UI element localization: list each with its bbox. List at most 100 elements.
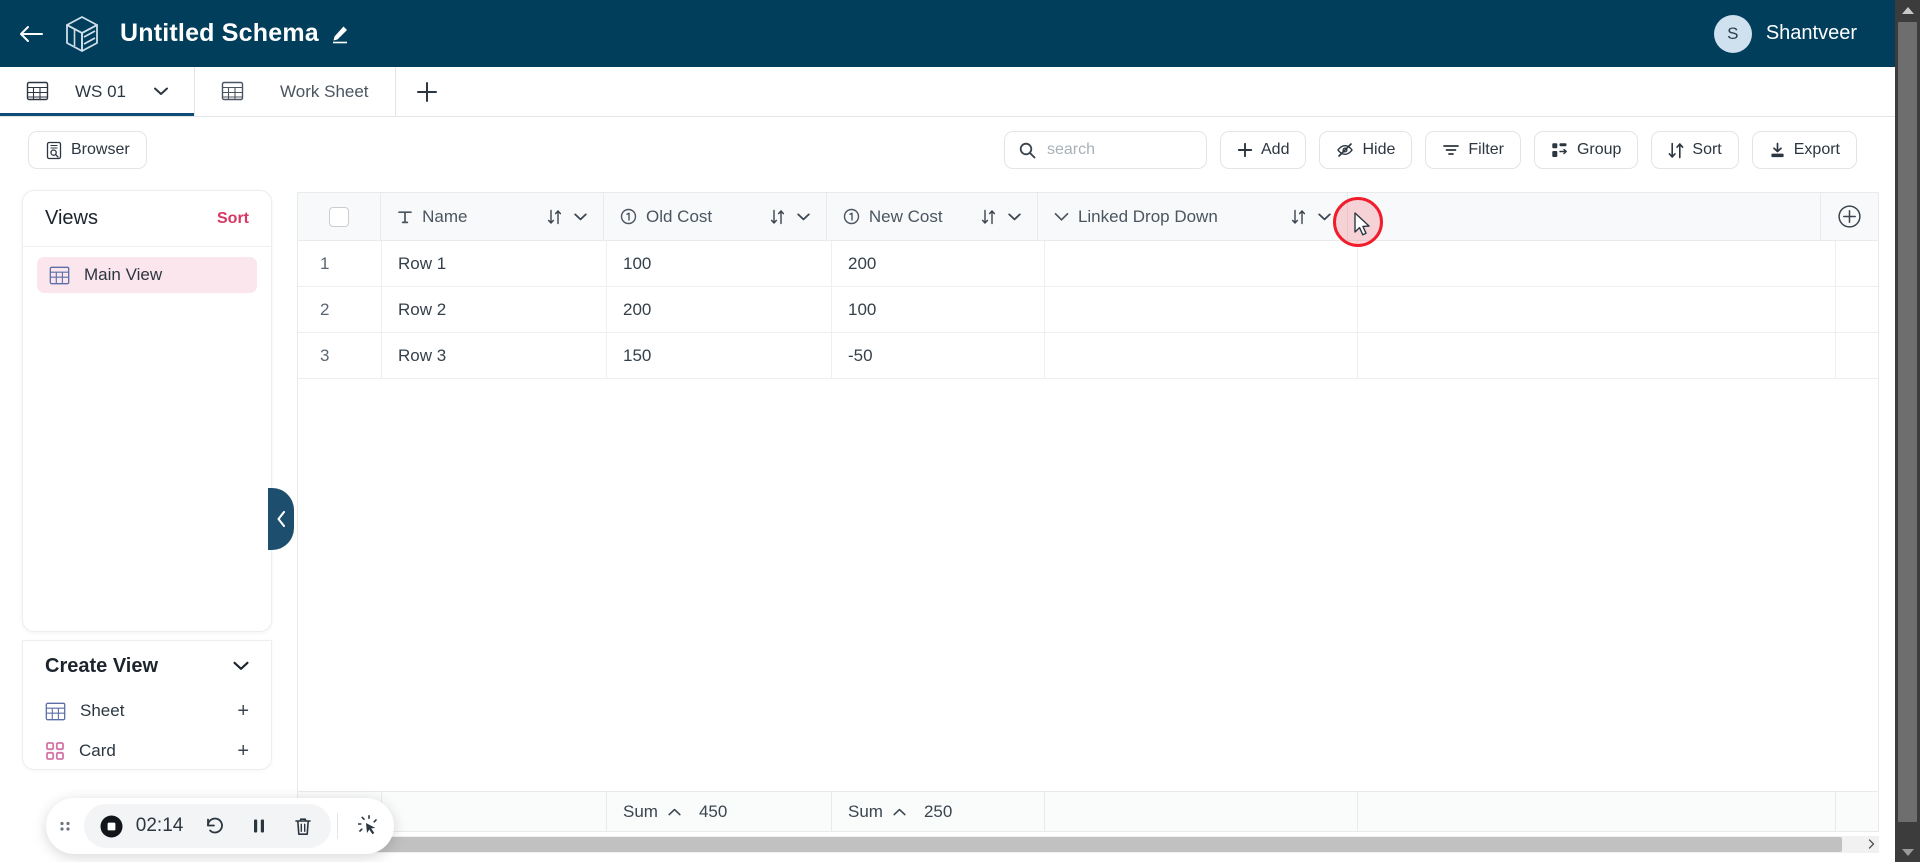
screen-recorder-toolbar: 02:14 (46, 798, 394, 854)
column-header-old-cost[interactable]: Old Cost (604, 193, 827, 240)
browser-button-label: Browser (71, 141, 130, 159)
checkbox-icon (329, 207, 349, 227)
chevron-down-icon (1054, 212, 1069, 222)
cell-empty (1358, 241, 1836, 286)
cell-name[interactable]: Row 3 (382, 333, 607, 378)
pencil-icon[interactable] (330, 24, 350, 44)
add-worksheet-button[interactable] (396, 67, 460, 116)
grid-summary-bar: Sum 450 Sum 250 (297, 792, 1879, 832)
sort-button[interactable]: Sort (1651, 131, 1738, 169)
export-button-label: Export (1794, 141, 1840, 159)
select-all-checkbox[interactable] (298, 193, 381, 240)
scroll-up-arrow-icon[interactable] (1895, 0, 1920, 20)
delete-recording-button[interactable] (281, 804, 325, 848)
cell-empty (1358, 287, 1836, 332)
chevron-down-icon[interactable] (233, 661, 249, 671)
add-card-view-button[interactable]: + (237, 740, 249, 763)
hide-button-label: Hide (1362, 141, 1395, 159)
scroll-right-arrow-icon[interactable] (1865, 838, 1877, 850)
column-header-linked-drop-down[interactable]: Linked Drop Down (1038, 193, 1348, 240)
browser-button[interactable]: Browser (28, 131, 147, 169)
hide-button[interactable]: Hide (1319, 131, 1412, 169)
user-menu[interactable]: S Shantveer (1714, 15, 1857, 53)
cell-new-cost[interactable]: 200 (832, 241, 1045, 286)
back-arrow-icon[interactable] (14, 17, 48, 51)
table-row[interactable]: 1 Row 1 100 200 (298, 241, 1878, 287)
search-box[interactable] (1004, 131, 1207, 169)
add-button[interactable]: Add (1220, 131, 1306, 169)
group-button[interactable]: Group (1534, 131, 1638, 169)
cell-old-cost[interactable]: 200 (607, 287, 832, 332)
summary-empty (1358, 792, 1836, 831)
chevron-down-icon[interactable] (797, 213, 810, 221)
column-header-new-cost[interactable]: New Cost (827, 193, 1038, 240)
row-number: 2 (298, 287, 382, 332)
column-header-label: Name (422, 207, 467, 227)
create-view-item-sheet[interactable]: Sheet + (23, 691, 271, 731)
top-app-bar: Untitled Schema S Shantveer (0, 0, 1895, 67)
create-view-header[interactable]: Create View (23, 641, 271, 691)
summary-new-cost[interactable]: Sum 250 (832, 792, 1045, 831)
number-type-icon (620, 208, 637, 225)
summary-linked-drop-down[interactable] (1045, 792, 1358, 831)
browser-vertical-scrollbar[interactable] (1895, 0, 1920, 862)
stop-record-button[interactable] (90, 804, 134, 848)
scrollbar-thumb[interactable] (1898, 22, 1917, 822)
tab-work-sheet[interactable]: Work Sheet (195, 67, 396, 116)
grid-icon (49, 265, 70, 286)
eye-off-icon (1336, 142, 1354, 158)
table-icon (26, 80, 49, 103)
table-row[interactable]: 3 Row 3 150 -50 (298, 333, 1878, 379)
add-column-button[interactable] (1821, 193, 1878, 240)
scrollbar-thumb[interactable] (297, 837, 1842, 852)
export-button[interactable]: Export (1752, 131, 1857, 169)
chevron-down-icon[interactable] (154, 87, 168, 96)
restart-recording-button[interactable] (193, 804, 237, 848)
search-input[interactable] (1047, 141, 1192, 159)
row-number: 3 (298, 333, 382, 378)
page-title: Untitled Schema (120, 19, 319, 48)
add-sheet-view-button[interactable]: + (237, 700, 249, 723)
drag-dots-icon[interactable] (46, 819, 84, 833)
column-header-name[interactable]: Name (381, 193, 604, 240)
views-list: Main View (23, 247, 271, 303)
cell-name[interactable]: Row 1 (382, 241, 607, 286)
data-grid: Name Old Cost (297, 192, 1879, 792)
cell-linked-drop-down[interactable] (1045, 287, 1358, 332)
chevron-down-icon[interactable] (1008, 213, 1021, 221)
cell-spacer (1836, 333, 1878, 378)
cell-linked-drop-down[interactable] (1045, 333, 1358, 378)
cell-old-cost[interactable]: 150 (607, 333, 832, 378)
filter-button[interactable]: Filter (1425, 131, 1521, 169)
tab-ws-01[interactable]: WS 01 (0, 67, 195, 116)
sort-icon[interactable] (547, 209, 562, 225)
cell-new-cost[interactable]: 100 (832, 287, 1045, 332)
grid-horizontal-scrollbar[interactable] (297, 836, 1879, 853)
cell-new-cost[interactable]: -50 (832, 333, 1045, 378)
summary-value: 450 (699, 802, 727, 822)
chevron-down-icon[interactable] (1318, 213, 1331, 221)
cell-name[interactable]: Row 2 (382, 287, 607, 332)
cell-linked-drop-down[interactable] (1045, 241, 1358, 286)
tab-label: WS 01 (75, 82, 126, 102)
views-sort-button[interactable]: Sort (217, 210, 249, 228)
cell-old-cost[interactable]: 100 (607, 241, 832, 286)
grid-toolbar: Browser Add Hide Filter (0, 117, 1895, 183)
row-number: 1 (298, 241, 382, 286)
summary-name[interactable] (382, 792, 607, 831)
chevron-down-icon[interactable] (574, 213, 587, 221)
sort-icon[interactable] (981, 209, 996, 225)
table-row[interactable]: 2 Row 2 200 100 (298, 287, 1878, 333)
sort-icon[interactable] (770, 209, 785, 225)
summary-old-cost[interactable]: Sum 450 (607, 792, 832, 831)
pause-recording-button[interactable] (237, 804, 281, 848)
sidebar-item-main-view[interactable]: Main View (37, 257, 257, 293)
scroll-down-arrow-icon[interactable] (1895, 842, 1920, 862)
create-view-item-card[interactable]: Card + (23, 731, 271, 770)
click-highlight-toggle[interactable] (344, 815, 394, 837)
sort-icon[interactable] (1291, 209, 1306, 225)
views-sidebar: Views Sort Main View (22, 190, 272, 632)
download-icon (1769, 142, 1786, 159)
sidebar-collapse-handle[interactable] (268, 488, 294, 550)
tab-label: Work Sheet (280, 82, 369, 102)
